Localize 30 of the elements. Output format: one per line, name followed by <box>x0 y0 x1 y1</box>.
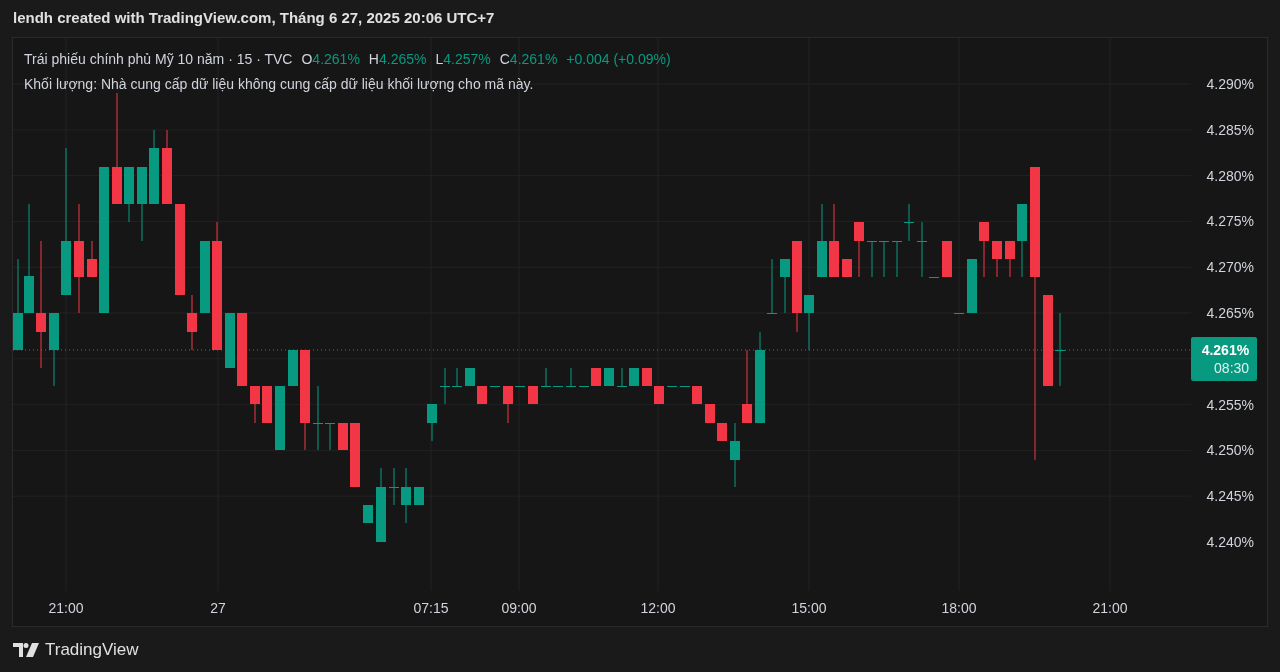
price-tick: 4.290% <box>1206 76 1254 92</box>
logo-icon <box>13 642 39 657</box>
price-tick: 4.280% <box>1206 167 1254 184</box>
ohlc-value: C4.261% <box>499 50 558 69</box>
price-tick: 4.285% <box>1206 121 1254 138</box>
price-change: +0.004 (+0.09%) <box>566 50 671 69</box>
time-tick: 07:15 <box>413 599 449 618</box>
price-tick: 4.255% <box>1206 396 1254 413</box>
time-tick: 21:00 <box>1092 599 1128 618</box>
ohlc-value: H4.265% <box>368 50 427 69</box>
bar-countdown: 08:30 <box>1214 359 1250 377</box>
time-tick: 12:00 <box>640 599 676 618</box>
time-tick: 18:00 <box>941 599 977 618</box>
chart-caption: lendh created with TradingView.com, Tháng 6 27, 2025 20:06 UTC+7 <box>13 8 495 29</box>
brand-name: TradingView <box>45 638 139 661</box>
last-price: 4.261% <box>1201 341 1250 359</box>
price-tick: 4.270% <box>1206 259 1254 276</box>
price-tick: 4.265% <box>1206 305 1254 321</box>
volume-note: Khối lượng: Nhà cung cấp dữ liệu không cung cấp dữ liệu khối lượng cho mã này. <box>24 75 535 94</box>
time-tick: 15:00 <box>791 599 827 618</box>
price-tick: 4.250% <box>1206 442 1254 459</box>
time-tick: 09:00 <box>501 599 537 618</box>
time-tick: 27 <box>210 599 226 618</box>
time-tick: 21:00 <box>48 599 84 618</box>
price-tick: 4.240% <box>1206 534 1254 550</box>
price-tick: 4.275% <box>1206 213 1254 230</box>
symbol-title: Trái phiếu chính phủ Mỹ 10 năm · 15 · TVC <box>24 50 293 69</box>
ohlc-value: L4.257% <box>435 50 491 69</box>
ohlc-value: O4.261% <box>301 50 360 69</box>
price-tick: 4.245% <box>1206 488 1254 505</box>
